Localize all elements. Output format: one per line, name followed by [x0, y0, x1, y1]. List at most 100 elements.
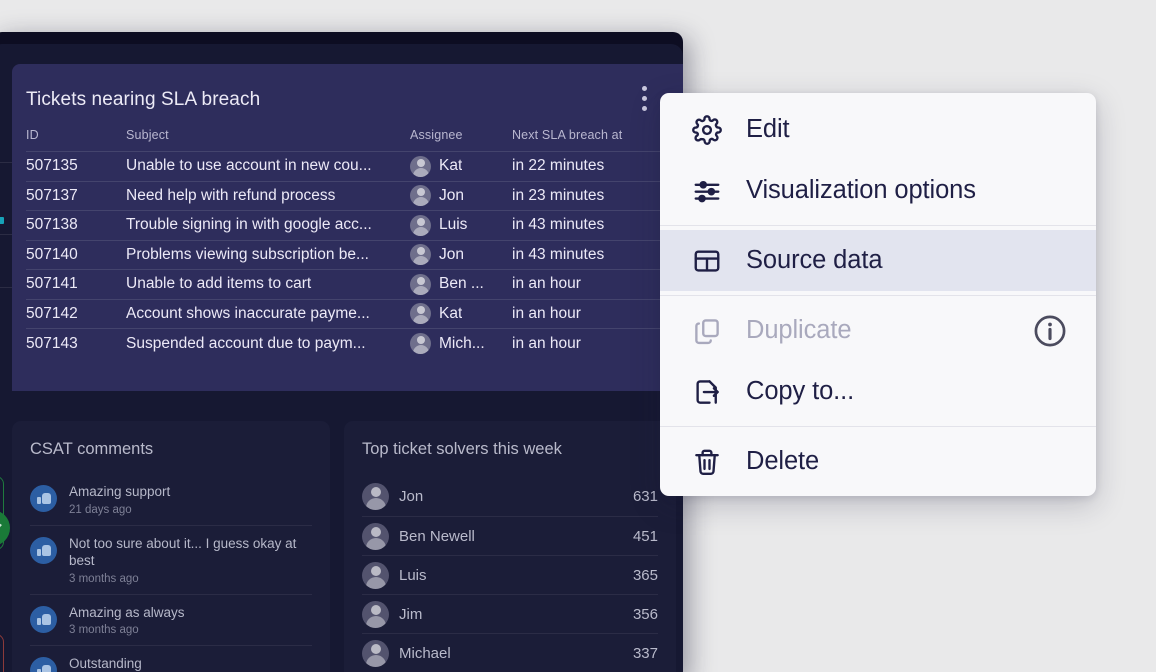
list-item[interactable]: Amazing as always 3 months ago: [30, 593, 312, 646]
assignee-name: Luis: [439, 216, 468, 234]
list-item[interactable]: Outstanding3 months ago: [30, 645, 312, 672]
cell-subject: Unable to add items to cart: [126, 269, 410, 299]
thumbs-up-icon: [30, 485, 57, 512]
cell-ticket-id: 507140: [26, 239, 126, 270]
cell-assignee: Kat: [410, 151, 512, 181]
strip-divider: [0, 234, 12, 235]
top-solvers-list: Jon 631 Ben Newell 451 Luis 365 Jim 356 Michael 3…: [362, 477, 658, 672]
avatar: [362, 600, 389, 628]
cell-ticket-id: 507135: [26, 151, 126, 181]
csat-comment-list: Amazing support 21 days ago Not too sure a…: [30, 477, 312, 672]
card-title: Top ticket solvers this week: [362, 440, 562, 458]
kebab-menu-icon[interactable]: [634, 78, 654, 118]
sliders-icon: [690, 174, 724, 208]
comment-text: Not too sure about it... I guess okay at…: [69, 535, 297, 569]
trash-icon: [690, 445, 724, 479]
avatar: [362, 483, 389, 510]
menu-separator: [660, 426, 1096, 427]
list-item[interactable]: Michael 337: [362, 633, 658, 672]
cell-breach-time: in 23 minutes: [512, 180, 676, 211]
cell-subject: Trouble signing in with google acc...: [126, 210, 410, 240]
menu-item-label: Delete: [746, 447, 820, 475]
cell-ticket-id: 507137: [26, 180, 126, 211]
assignee-name: Kat: [439, 157, 463, 175]
kebab-dot: [641, 105, 647, 111]
comment-timestamp: 21 days ago: [69, 503, 132, 516]
cell-subject: Need help with refund process: [126, 180, 410, 211]
avatar: [410, 333, 431, 354]
cell-assignee: Ben ...: [410, 269, 512, 299]
table-row[interactable]: 507142 Account shows inaccurate payme... K…: [26, 298, 676, 329]
solver-name: Luis: [399, 566, 427, 584]
column-header-id[interactable]: ID: [26, 128, 126, 152]
cell-assignee: Luis: [410, 210, 512, 240]
tickets-sla-panel: Tickets nearing SLA breach ID Subject As…: [12, 64, 683, 391]
list-item[interactable]: Jim 356: [362, 594, 658, 633]
list-item[interactable]: Jon 631: [362, 477, 658, 516]
thumbs-up-icon: [30, 536, 57, 564]
menu-item-copy-to[interactable]: Copy to...: [660, 361, 1096, 422]
avatar: [410, 273, 431, 295]
cell-ticket-id: 507142: [26, 298, 126, 329]
solver-name: Jim: [399, 605, 423, 623]
cell-breach-time: in 43 minutes: [512, 210, 676, 240]
solver-name: Ben Newell: [399, 527, 475, 545]
menu-item-delete[interactable]: Delete: [660, 431, 1096, 492]
kebab-dot: [641, 85, 647, 91]
comment-timestamp: 3 months ago: [69, 624, 139, 637]
left-status-card-red: [0, 634, 4, 672]
list-item[interactable]: Not too sure about it... I guess okay at…: [30, 524, 312, 594]
card-title: CSAT comments: [30, 440, 154, 458]
cell-subject: Unable to use account in new cou...: [126, 151, 410, 181]
menu-separator: [660, 225, 1096, 226]
gear-icon: [690, 113, 724, 147]
table-row[interactable]: 507140 Problems viewing subscription be..…: [26, 239, 676, 270]
avatar: [362, 522, 389, 550]
menu-item-source-data[interactable]: Source data: [660, 230, 1096, 291]
assignee-name: Mich...: [439, 334, 485, 352]
cell-assignee: Jon: [410, 239, 512, 270]
assignee-name: Ben ...: [439, 275, 484, 293]
column-header-assignee[interactable]: Assignee: [410, 128, 512, 152]
avatar: [410, 244, 431, 266]
comment-text: Outstanding: [69, 656, 142, 672]
left-cutoff-strip: 3 7 4 1: [0, 44, 12, 672]
strip-divider: [0, 287, 12, 288]
column-header-breach[interactable]: Next SLA breach at: [512, 128, 676, 152]
menu-item-visualization-options[interactable]: Visualization options: [660, 160, 1096, 221]
strip-accent-marker: [0, 217, 4, 224]
copy-icon: [690, 314, 724, 348]
table-row[interactable]: 507143 Suspended account due to paym... Mi…: [26, 328, 676, 358]
solver-score: 337: [632, 644, 658, 662]
table-header-row: ID Subject Assignee Next SLA breach at: [26, 128, 676, 152]
solver-score: 631: [632, 488, 658, 505]
check-circle-icon: [0, 510, 10, 546]
cell-assignee: Jon: [410, 180, 512, 211]
info-icon[interactable]: [1032, 313, 1068, 349]
menu-item-edit[interactable]: Edit: [660, 99, 1096, 160]
table-row[interactable]: 507138 Trouble signing in with google acc…: [26, 210, 676, 240]
avatar: [410, 155, 431, 177]
solver-score: 451: [632, 527, 658, 545]
comment-text: Amazing support: [69, 484, 171, 499]
table-row[interactable]: 507137 Need help with refund process Jon in…: [26, 180, 676, 211]
menu-item-label: Source data: [746, 246, 883, 274]
list-item[interactable]: Ben Newell 451: [362, 516, 658, 555]
cell-subject: Suspended account due to paym...: [126, 328, 410, 358]
solver-score: 365: [632, 566, 658, 584]
panel-title: Tickets nearing SLA breach: [26, 89, 261, 110]
cell-breach-time: in an hour: [512, 269, 676, 299]
top-solvers-card: Top ticket solvers this week Jon 631 Ben N…: [344, 421, 676, 672]
cell-subject: Account shows inaccurate payme...: [126, 298, 410, 329]
comment-text: Amazing as always: [69, 604, 185, 620]
list-item[interactable]: Luis 365: [362, 555, 658, 594]
cell-ticket-id: 507138: [26, 210, 126, 240]
table-row[interactable]: 507135 Unable to use account in new cou..…: [26, 151, 676, 181]
assignee-name: Jon: [439, 186, 464, 204]
table-row[interactable]: 507141 Unable to add items to cart Ben ...…: [26, 269, 676, 299]
solver-name: Jon: [399, 488, 424, 505]
cell-breach-time: in 43 minutes: [512, 239, 676, 270]
screenshot-root: 3 7 4 1 Tickets nearing SLA breach: [0, 0, 1156, 672]
column-header-subject[interactable]: Subject: [126, 128, 410, 152]
list-item[interactable]: Amazing support 21 days ago: [30, 477, 312, 525]
